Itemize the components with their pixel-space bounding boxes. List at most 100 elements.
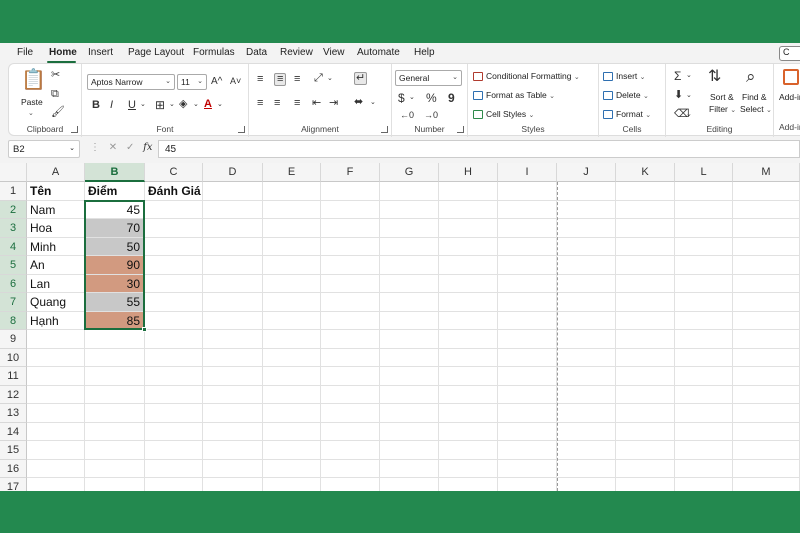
cell-i6[interactable] xyxy=(498,274,557,293)
font-size-select[interactable]: 11 ⌄ xyxy=(177,74,207,90)
cell-i15[interactable] xyxy=(498,441,557,460)
cell-j15[interactable] xyxy=(557,441,616,460)
fill-color-icon[interactable]: ◈ xyxy=(179,99,187,110)
cell-c14[interactable] xyxy=(145,422,203,441)
cell-d11[interactable] xyxy=(203,367,263,386)
cell-b2[interactable]: 45 xyxy=(85,200,145,219)
fill-icon[interactable]: ⬇ xyxy=(674,90,683,101)
row-header-3[interactable]: 3 xyxy=(0,219,27,238)
cell-g7[interactable] xyxy=(380,293,439,312)
cell-i10[interactable] xyxy=(498,348,557,367)
cell-e2[interactable] xyxy=(263,200,321,219)
cell-a6[interactable]: Lan xyxy=(27,274,85,293)
cell-h15[interactable] xyxy=(439,441,498,460)
cell-e5[interactable] xyxy=(263,256,321,275)
column-header-h[interactable]: H xyxy=(439,163,498,182)
align-center-icon[interactable]: ≡ xyxy=(274,98,280,109)
cell-e13[interactable] xyxy=(263,404,321,423)
increase-indent-icon[interactable]: ⇥ xyxy=(329,98,338,109)
cell-l9[interactable] xyxy=(675,330,733,349)
delete-cells-button[interactable]: Delete ⌄ xyxy=(603,90,649,101)
cell-l2[interactable] xyxy=(675,200,733,219)
currency-icon[interactable]: $ xyxy=(398,92,405,104)
cell-h12[interactable] xyxy=(439,385,498,404)
autosum-dropdown-icon[interactable]: ⌄ xyxy=(686,72,692,79)
cell-k6[interactable] xyxy=(616,274,675,293)
cell-c11[interactable] xyxy=(145,367,203,386)
cell-m3[interactable] xyxy=(733,219,800,238)
cell-i1[interactable] xyxy=(498,182,557,201)
font-color-icon[interactable]: A xyxy=(204,99,212,110)
cell-g12[interactable] xyxy=(380,385,439,404)
cell-h13[interactable] xyxy=(439,404,498,423)
share-button[interactable]: C xyxy=(779,46,800,61)
cell-h14[interactable] xyxy=(439,422,498,441)
row-header-12[interactable]: 12 xyxy=(0,385,27,404)
cell-c6[interactable] xyxy=(145,274,203,293)
cell-k2[interactable] xyxy=(616,200,675,219)
column-header-f[interactable]: F xyxy=(321,163,380,182)
cell-b3[interactable]: 70 xyxy=(85,219,145,238)
cell-d2[interactable] xyxy=(203,200,263,219)
cell-b10[interactable] xyxy=(85,348,145,367)
clear-dropdown-icon[interactable]: ⌄ xyxy=(686,111,692,118)
cell-k4[interactable] xyxy=(616,237,675,256)
cell-m6[interactable] xyxy=(733,274,800,293)
cell-d16[interactable] xyxy=(203,459,263,478)
row-header-14[interactable]: 14 xyxy=(0,422,27,441)
cell-e10[interactable] xyxy=(263,348,321,367)
cell-d7[interactable] xyxy=(203,293,263,312)
row-header-16[interactable]: 16 xyxy=(0,459,27,478)
find-select-button-line2[interactable]: Select ⌄ xyxy=(740,104,772,114)
bold-button[interactable]: B xyxy=(92,100,100,111)
cancel-icon[interactable]: ✕ xyxy=(109,142,117,153)
cell-j6[interactable] xyxy=(557,274,616,293)
cell-h16[interactable] xyxy=(439,459,498,478)
increase-decimal-icon[interactable]: ←0 xyxy=(400,111,414,120)
cell-g16[interactable] xyxy=(380,459,439,478)
increase-font-size-icon[interactable]: A^ xyxy=(211,77,222,87)
cell-f3[interactable] xyxy=(321,219,380,238)
column-header-j[interactable]: J xyxy=(557,163,616,182)
cell-l11[interactable] xyxy=(675,367,733,386)
autosum-icon[interactable]: Σ xyxy=(674,70,681,82)
find-select-icon[interactable]: ⌕ xyxy=(746,68,756,85)
column-header-i[interactable]: I xyxy=(498,163,557,182)
cell-j13[interactable] xyxy=(557,404,616,423)
cell-c12[interactable] xyxy=(145,385,203,404)
cell-c7[interactable] xyxy=(145,293,203,312)
cell-b7[interactable]: 55 xyxy=(85,293,145,312)
font-name-select[interactable]: Aptos Narrow ⌄ xyxy=(87,74,175,90)
name-box[interactable]: B2 ⌄ xyxy=(8,140,80,158)
row-header-9[interactable]: 9 xyxy=(0,330,27,349)
tab-data[interactable]: Data xyxy=(246,47,267,58)
cell-h17[interactable] xyxy=(439,478,498,491)
cell-g1[interactable] xyxy=(380,182,439,201)
cell-f4[interactable] xyxy=(321,237,380,256)
cell-i2[interactable] xyxy=(498,200,557,219)
cell-k11[interactable] xyxy=(616,367,675,386)
insert-cells-button[interactable]: Insert ⌄ xyxy=(603,71,646,82)
column-header-d[interactable]: D xyxy=(203,163,263,182)
tab-help[interactable]: Help xyxy=(414,47,435,58)
paste-dropdown-icon[interactable]: ⌄ xyxy=(28,109,34,117)
cell-i17[interactable] xyxy=(498,478,557,491)
cell-a10[interactable] xyxy=(27,348,85,367)
cell-e12[interactable] xyxy=(263,385,321,404)
number-launcher-icon[interactable] xyxy=(457,126,464,133)
row-header-7[interactable]: 7 xyxy=(0,293,27,312)
cell-c9[interactable] xyxy=(145,330,203,349)
cell-f16[interactable] xyxy=(321,459,380,478)
cell-m9[interactable] xyxy=(733,330,800,349)
cell-d14[interactable] xyxy=(203,422,263,441)
cell-h4[interactable] xyxy=(439,237,498,256)
cell-l5[interactable] xyxy=(675,256,733,275)
cell-j1[interactable] xyxy=(557,182,616,201)
cell-d10[interactable] xyxy=(203,348,263,367)
cell-b8[interactable]: 85 xyxy=(85,311,145,330)
find-select-button[interactable]: Find & xyxy=(742,92,767,102)
cell-m10[interactable] xyxy=(733,348,800,367)
column-header-c[interactable]: C xyxy=(145,163,203,182)
cell-a8[interactable]: Hạnh xyxy=(27,311,85,330)
column-header-b[interactable]: B xyxy=(85,163,145,182)
